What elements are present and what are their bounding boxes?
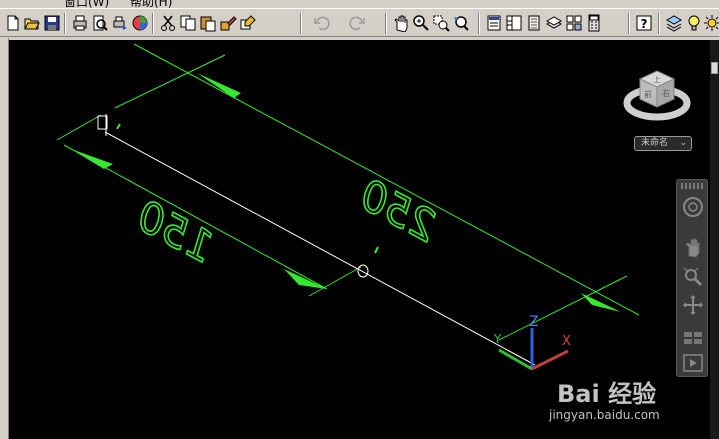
toolbar-separator [658,13,660,34]
start-tick [116,123,121,130]
menu-bar: 窗口(W) 帮助(H) [0,0,719,8]
light-icon[interactable] [684,13,704,33]
paste-icon[interactable] [198,13,218,33]
scrollbar-thumb[interactable] [711,62,718,74]
ucs-icon: Z Y X [493,314,571,371]
quickcalc-icon[interactable] [584,13,604,33]
viewcube[interactable]: 前 右 上 [622,63,692,133]
match-properties-icon[interactable] [218,13,238,33]
zoom-icon[interactable] [680,264,706,290]
open-icon[interactable] [22,13,42,33]
showmotion-grid-icon[interactable] [680,326,706,352]
new-icon[interactable] [3,13,23,33]
zoom-window-icon[interactable] [431,13,451,33]
steering-wheel-icon[interactable] [680,194,706,220]
block-editor-icon[interactable] [238,13,258,33]
pan-icon[interactable] [391,13,411,33]
extension-line [308,266,362,297]
dimension-arrow [71,149,113,169]
vertical-scrollbar[interactable] [710,40,719,439]
navbar-grip[interactable] [681,183,705,189]
menu-help[interactable]: 帮助(H) [130,0,172,8]
toolbar-separator [152,13,154,34]
menu-window[interactable]: 窗口(W) [64,0,109,8]
svg-text:?: ? [641,17,648,31]
named-view-dropdown[interactable]: 未命名 ⌄ [634,136,692,151]
cut-icon[interactable] [158,13,178,33]
sheet-set-icon[interactable] [544,13,564,33]
sun-icon[interactable] [702,13,719,33]
cad-window: 窗口(W) 帮助(H) ? 150 250 Z Y X 前 右 上 未命名 ⌄ … [0,0,719,439]
viewcube-front-label: 前 [644,89,652,99]
orbit-icon[interactable] [680,292,706,318]
toolbar-separator [64,13,66,34]
viewcube-right-label: 右 [662,88,670,98]
ucs-y-label: Y [493,332,502,346]
copy-icon[interactable] [178,13,198,33]
standard-toolbar: ? [0,8,719,37]
extension-line [56,114,102,141]
3d-dwf-icon[interactable] [130,13,150,33]
showmotion-icon[interactable] [680,350,706,376]
help-icon[interactable]: ? [634,13,654,33]
toolbar-separator [478,13,480,34]
viewport-left-border [0,38,9,439]
ucs-x-label: X [562,334,571,349]
start-point-marker [97,114,108,136]
zoom-realtime-icon[interactable] [411,13,431,33]
midpoint-marker [357,246,379,278]
dimension-text-250: 250 [351,170,445,251]
undo-icon[interactable] [312,13,332,33]
plot-preview-icon[interactable] [90,13,110,33]
dimension-text-150: 150 [128,191,222,272]
viewcube-top-label: 上 [654,75,661,84]
watermark-url: jingyan.baidu.com [549,408,660,422]
save-icon[interactable] [42,13,62,33]
chevron-down-icon: ⌄ [679,138,687,148]
layer-icon[interactable] [664,13,684,33]
publish-icon[interactable] [110,13,130,33]
watermark-logo: Bai 经验 [557,380,657,408]
design-center-icon[interactable] [504,13,524,33]
properties-icon[interactable] [484,13,504,33]
markup-icon[interactable] [564,13,584,33]
toolbar-separator [385,13,387,34]
dimension-arrow [197,73,241,98]
plot-icon[interactable] [70,13,90,33]
drawing-viewport[interactable]: 150 250 Z Y X 前 右 上 未命名 ⌄ Bai 经验 jingyan… [9,40,719,439]
redo-icon[interactable] [347,13,367,33]
dimension-arrow [284,269,327,289]
navigation-bar [676,179,708,377]
toolbar-separator [300,13,302,34]
tool-palettes-icon[interactable] [524,13,544,33]
ucs-z-label: Z [529,314,539,330]
named-view-label: 未命名 [641,138,669,148]
pan-hand-icon[interactable] [680,234,706,260]
zoom-previous-icon[interactable] [451,13,471,33]
toolbar-separator [628,13,630,34]
